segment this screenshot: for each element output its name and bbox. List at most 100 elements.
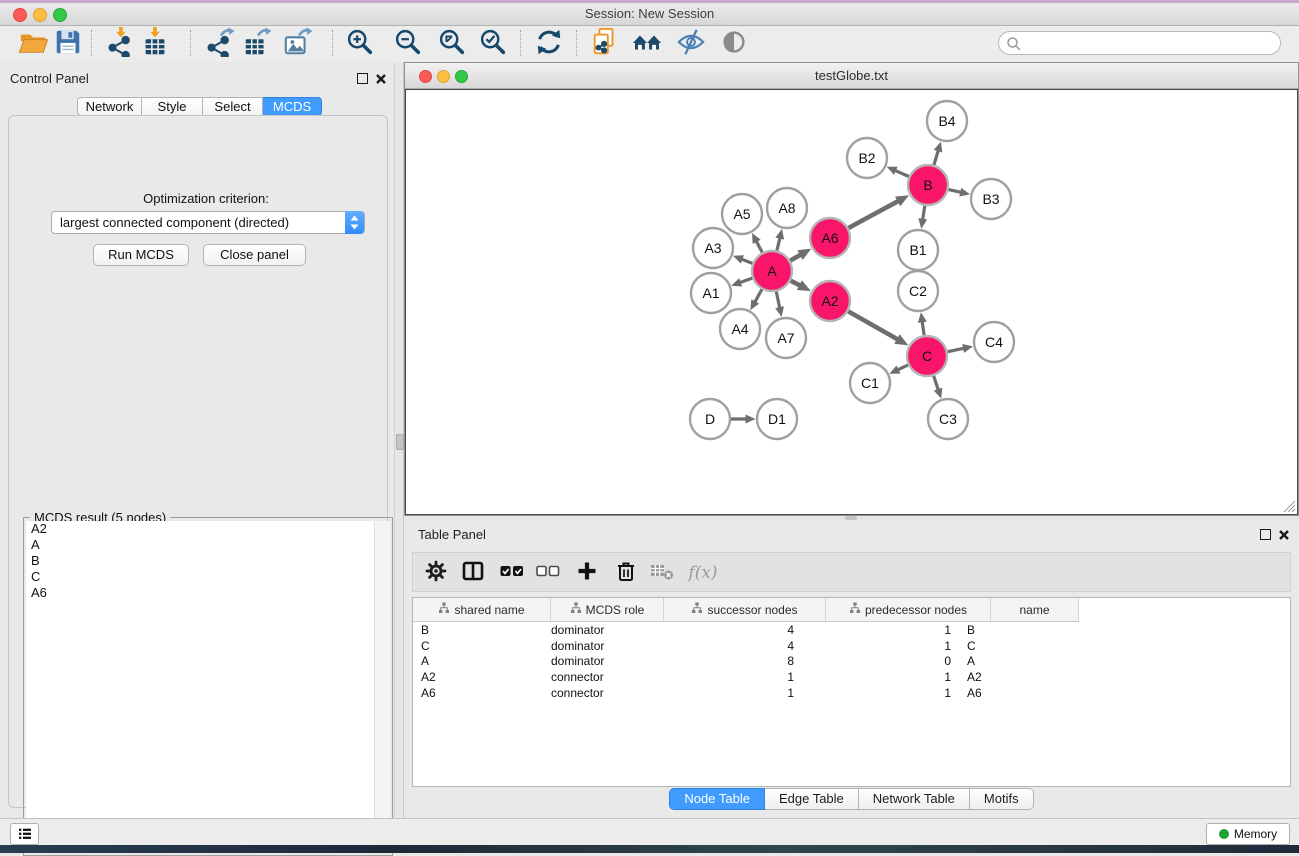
toolbar-button-first-neighbors[interactable] <box>629 27 665 61</box>
network-maximize-button[interactable] <box>455 70 468 83</box>
table-cell: 0 <box>802 653 959 669</box>
table-row-C[interactable]: Cdominator41C <box>413 638 1039 654</box>
tab-edge-table[interactable]: Edge Table <box>765 788 859 810</box>
mcds-result-item[interactable]: A <box>26 537 374 553</box>
column-header-shared-name[interactable]: shared name <box>413 598 551 621</box>
table-row-B[interactable]: Bdominator41B <box>413 622 1039 638</box>
network-window-titlebar[interactable]: testGlobe.txt <box>405 63 1298 89</box>
toolbar-button-export-table[interactable] <box>239 27 275 61</box>
dropdown-stepper-icon[interactable] <box>345 211 364 234</box>
graph-node-label: C <box>922 348 932 364</box>
graph-edge-B-B3[interactable] <box>948 190 962 193</box>
main-toolbar <box>0 26 1299 63</box>
table-cell: A6 <box>413 685 543 701</box>
vertical-splitter-handle[interactable] <box>396 434 404 450</box>
network-close-button[interactable] <box>419 70 432 83</box>
tab-mcds[interactable]: MCDS <box>263 97 322 116</box>
column-header-MCDS-role[interactable]: MCDS role <box>551 598 664 621</box>
vertical-splitter[interactable] <box>394 62 404 818</box>
export-network-icon <box>205 27 235 62</box>
graph-edge-A6-B[interactable] <box>848 200 899 228</box>
toolbar-button-duplicate-network[interactable] <box>587 27 623 61</box>
toolbar-separator <box>91 30 92 56</box>
graph-edge-A-A1[interactable] <box>739 278 752 283</box>
toolbar-button-hide-selected[interactable] <box>673 27 709 61</box>
close-window-button[interactable] <box>13 8 27 22</box>
graph-edge-B-B1[interactable] <box>922 206 924 221</box>
table-row-A6[interactable]: A6connector11A6 <box>413 685 1039 701</box>
table-toolbar-add-column[interactable] <box>572 561 602 585</box>
toolbar-button-import-network[interactable] <box>102 27 138 61</box>
run-mcds-button[interactable]: Run MCDS <box>93 244 189 266</box>
search-input[interactable] <box>1025 33 1277 55</box>
tab-node-table[interactable]: Node Table <box>669 788 765 810</box>
maximize-window-button[interactable] <box>53 8 67 22</box>
toolbar-button-zoom-out[interactable] <box>390 27 426 61</box>
graph-edge-A-A4[interactable] <box>754 289 762 303</box>
table-row-A[interactable]: Adominator80A <box>413 653 1039 669</box>
mcds-result-list[interactable]: A2ABCA6 <box>26 521 374 852</box>
toolbar-button-export-network[interactable] <box>202 27 238 61</box>
mcds-result-item[interactable]: C <box>26 569 374 585</box>
table-toolbar-select-all[interactable] <box>497 561 527 585</box>
memory-button[interactable]: Memory <box>1206 823 1290 845</box>
tab-network-table[interactable]: Network Table <box>859 788 970 810</box>
toolbar-button-import-table[interactable] <box>137 27 173 61</box>
toolbar-button-show-all[interactable] <box>716 27 752 61</box>
graph-edge-arrowhead <box>775 229 784 240</box>
graph-edge-A2-C[interactable] <box>848 311 898 340</box>
graph-edge-C-C2[interactable] <box>922 320 924 335</box>
column-header-successor-nodes[interactable]: successor nodes <box>664 598 826 621</box>
task-history-button[interactable] <box>10 823 39 845</box>
toolbar-button-refresh[interactable] <box>531 27 567 61</box>
search-box[interactable] <box>998 31 1281 55</box>
network-minimize-button[interactable] <box>437 70 450 83</box>
open-session-icon <box>18 27 48 62</box>
mcds-result-scrollbar[interactable] <box>374 521 390 852</box>
graph-edge-B-B2[interactable] <box>894 170 909 177</box>
tab-style[interactable]: Style <box>142 97 203 116</box>
table-cell: connector <box>543 685 648 701</box>
tab-motifs[interactable]: Motifs <box>970 788 1034 810</box>
table-cell: C <box>413 638 543 654</box>
control-panel-float-button[interactable] <box>357 73 368 84</box>
graph-edge-A-A5[interactable] <box>756 240 762 252</box>
tab-select[interactable]: Select <box>203 97 263 116</box>
mcds-result-item[interactable]: B <box>26 553 374 569</box>
table-toolbar-deselect-all[interactable] <box>533 561 563 585</box>
toolbar-button-save-session[interactable] <box>50 27 86 61</box>
table-toolbar-delete-column[interactable] <box>611 561 641 585</box>
toolbar-button-zoom-selected[interactable] <box>475 27 511 61</box>
mcds-result-item[interactable]: A6 <box>26 585 374 601</box>
mcds-result-item[interactable]: A2 <box>26 521 374 537</box>
titlebar[interactable]: Session: New Session <box>0 3 1299 26</box>
network-graph[interactable]: AA1A2A3A4A5A6A7A8BB1B2B3B4CC1C2C3C4DD1 <box>406 90 1297 514</box>
table-panel-float-button[interactable] <box>1260 529 1271 540</box>
table-cell: 4 <box>648 638 802 654</box>
table-row-A2[interactable]: A2connector11A2 <box>413 669 1039 685</box>
graph-edge-A-A8[interactable] <box>777 237 780 251</box>
table-panel-close-icon[interactable] <box>1278 529 1290 541</box>
tab-network[interactable]: Network <box>77 97 142 116</box>
toolbar-button-open-session[interactable] <box>15 27 51 61</box>
toolbar-button-zoom-in[interactable] <box>342 27 378 61</box>
table-toolbar-settings-gear[interactable] <box>421 561 451 585</box>
column-header-name[interactable]: name <box>991 598 1079 621</box>
toolbar-button-export-image[interactable] <box>280 27 316 61</box>
graph-edge-C-C3[interactable] <box>934 376 939 391</box>
table-toolbar-function-builder: f(x) <box>688 561 718 585</box>
toolbar-separator <box>576 30 577 56</box>
network-canvas[interactable]: AA1A2A3A4A5A6A7A8BB1B2B3B4CC1C2C3C4DD1 <box>405 89 1298 515</box>
optimization-criterion-dropdown[interactable]: largest connected component (directed) <box>51 211 365 234</box>
control-panel-close-icon[interactable] <box>375 73 387 85</box>
toolbar-separator <box>190 30 191 56</box>
table-toolbar-show-columns[interactable] <box>458 561 488 585</box>
column-header-predecessor-nodes[interactable]: predecessor nodes <box>826 598 991 621</box>
minimize-window-button[interactable] <box>33 8 47 22</box>
graph-edge-A-A7[interactable] <box>776 292 780 310</box>
toolbar-button-zoom-fit[interactable] <box>434 27 470 61</box>
graph-edge-B-B4[interactable] <box>934 149 939 165</box>
graph-edge-C-C4[interactable] <box>948 348 966 352</box>
close-panel-button[interactable]: Close panel <box>203 244 306 266</box>
resize-grip-icon[interactable] <box>1283 500 1296 513</box>
